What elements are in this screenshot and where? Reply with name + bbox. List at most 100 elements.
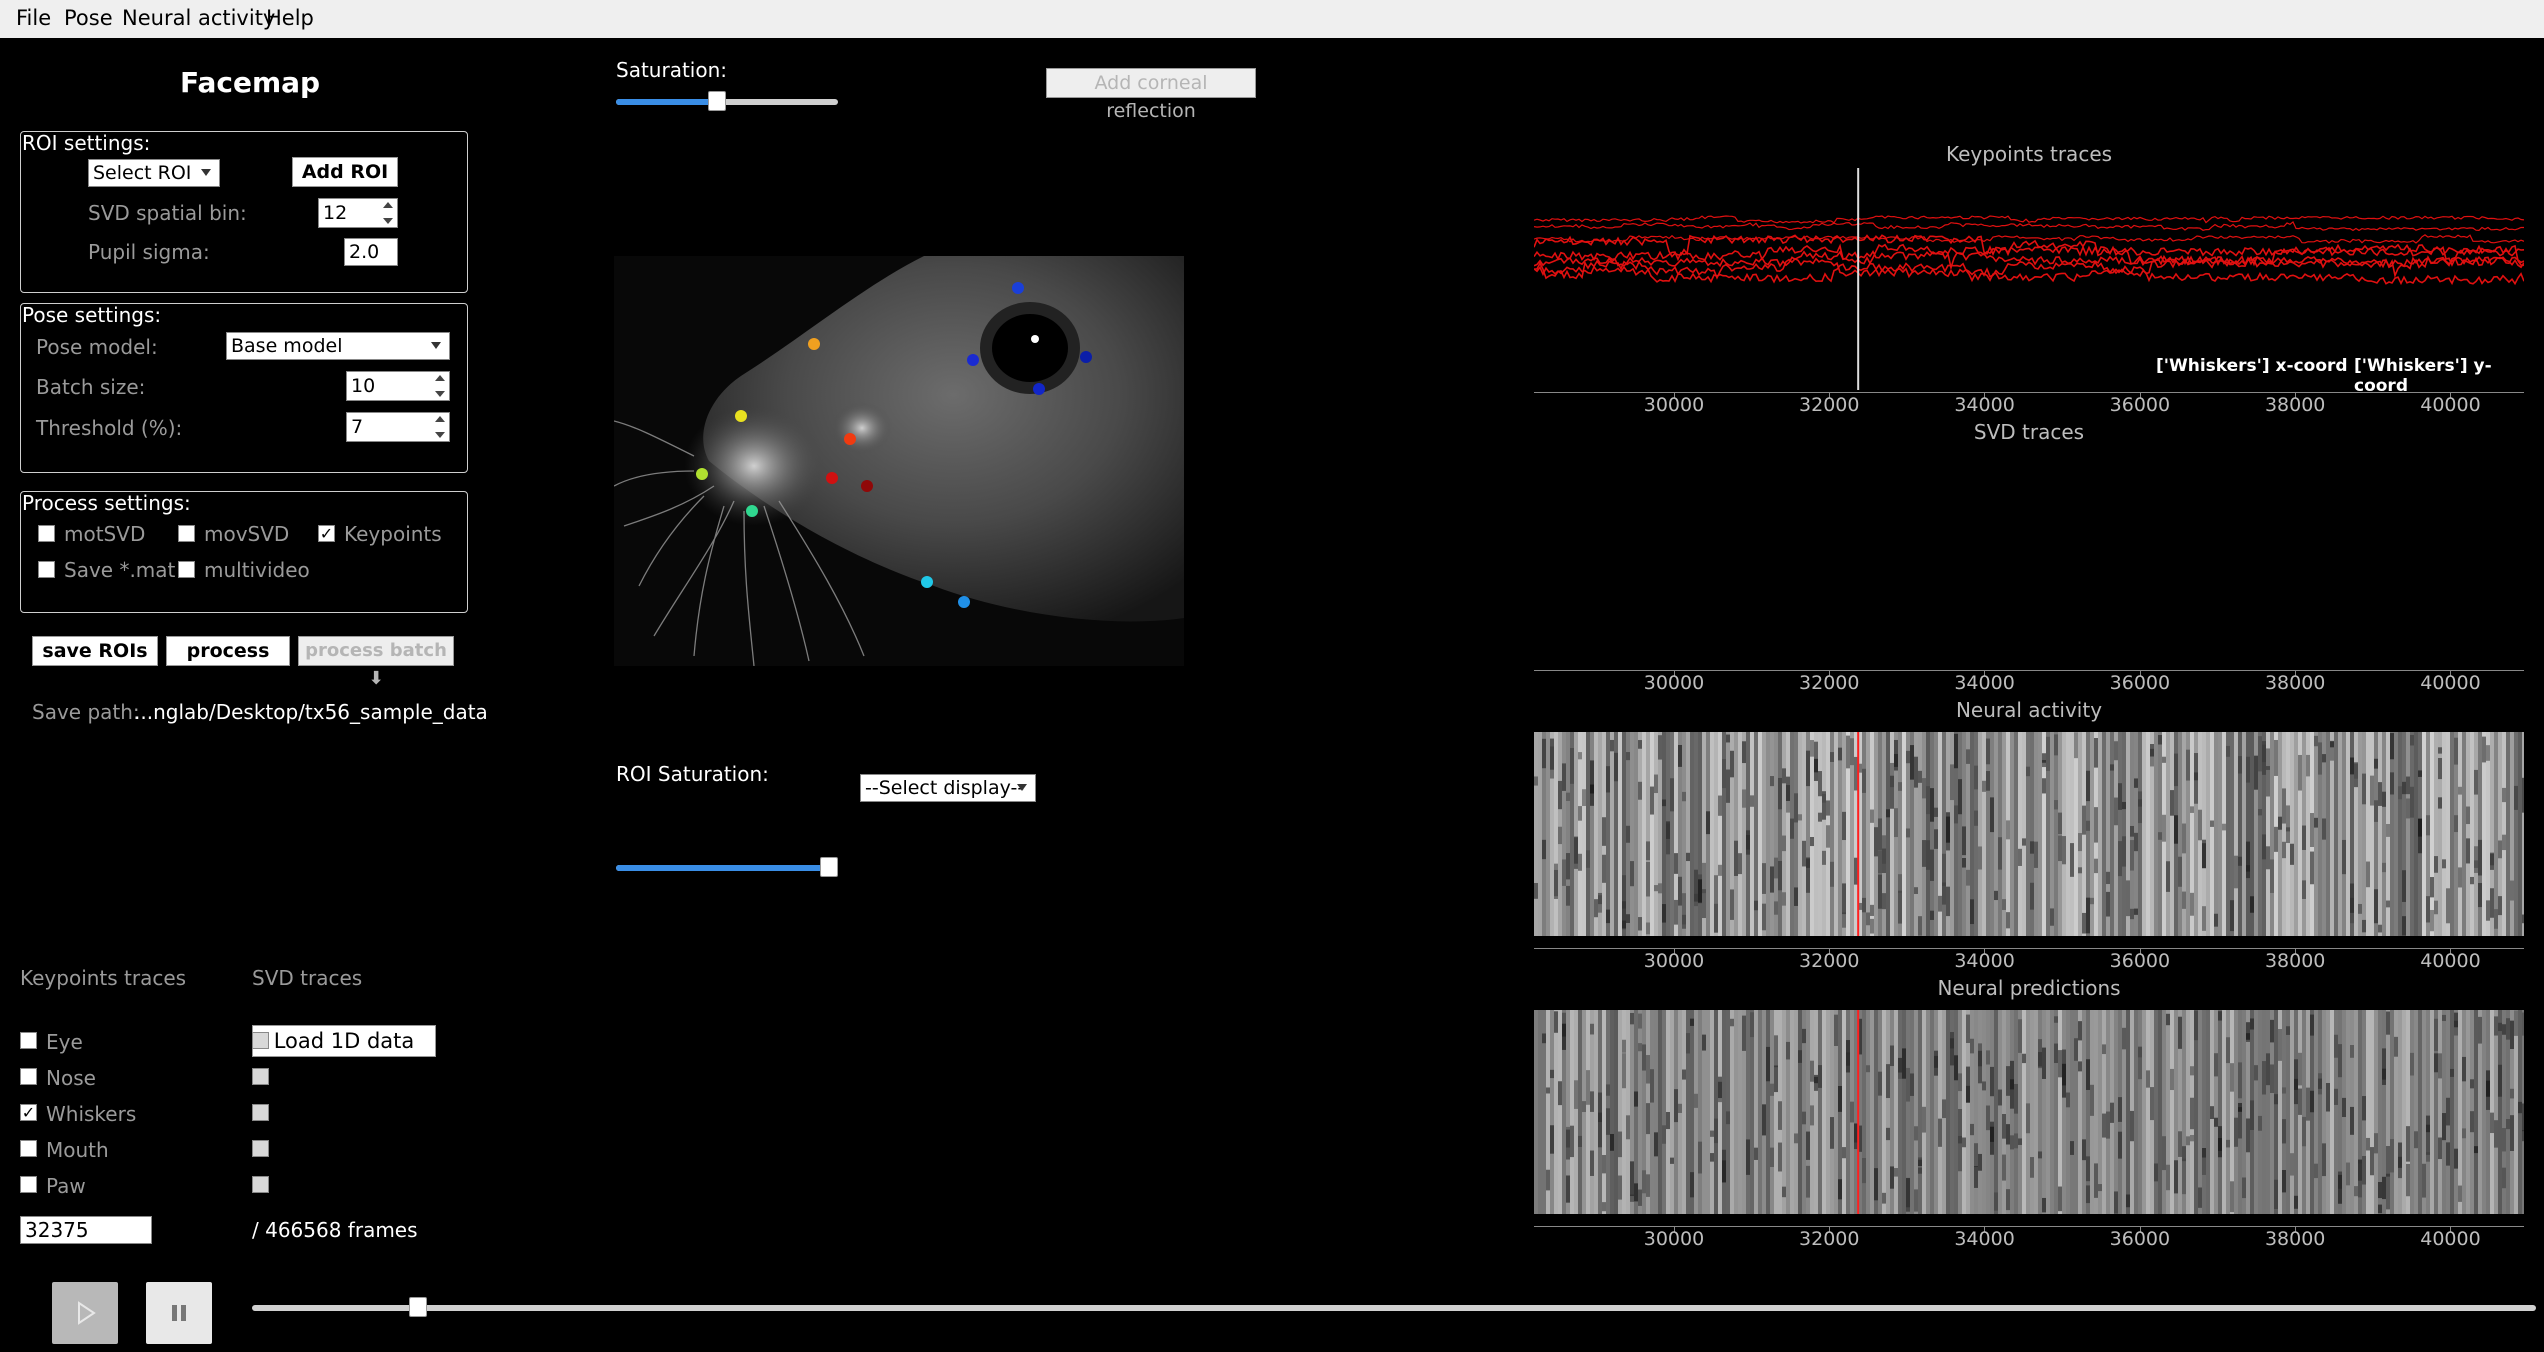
heatmap-cell (1718, 795, 1722, 816)
heatmap-cell (1978, 1153, 1982, 1171)
arrow-down-icon[interactable] (435, 391, 445, 397)
heatmap-cell (2294, 1078, 2298, 1105)
neural-predictions-heatmap[interactable] (1534, 1010, 2526, 1214)
process-button[interactable]: process (166, 636, 290, 666)
heatmap-cell (1630, 1012, 1634, 1025)
add-roi-button[interactable]: Add ROI (292, 157, 398, 187)
keypoint-nose-checkbox[interactable] (20, 1068, 37, 1085)
heatmap-cell (1678, 876, 1682, 906)
heatmap-cell (1782, 768, 1786, 784)
heatmap-cell (1626, 825, 1630, 843)
svd-trace-checkbox[interactable] (252, 1176, 269, 1193)
heatmap-column (1778, 732, 1782, 936)
arrow-up-icon[interactable] (383, 202, 393, 208)
threshold-spinbox[interactable]: 7 (346, 412, 450, 442)
play-button[interactable] (52, 1282, 118, 1344)
saturation-slider-handle[interactable] (707, 91, 726, 111)
video-frame[interactable] (613, 256, 1184, 667)
neural-activity-heatmap[interactable] (1534, 732, 2526, 936)
roi-saturation-slider-handle[interactable] (820, 857, 838, 877)
heatmap-cell (1906, 750, 1910, 764)
svd-trace-checkbox[interactable] (252, 1104, 269, 1121)
motsvd-checkbox[interactable] (38, 525, 55, 542)
frame-number-input[interactable]: 32375 (20, 1216, 152, 1244)
svd-bin-spinbox[interactable]: 12 (318, 198, 398, 228)
heatmap-cell (1646, 1174, 1650, 1197)
heatmap-column (1714, 1010, 1718, 1214)
add-corneal-reflection-button[interactable]: Add corneal reflection (1046, 68, 1256, 122)
pupil-sigma-input[interactable]: 2.0 (344, 238, 398, 266)
heatmap-cell (1778, 1101, 1782, 1130)
heatmap-cell (1650, 786, 1654, 815)
heatmap-cell (2466, 806, 2470, 825)
x-tick-label: 38000 (2264, 950, 2326, 972)
savemat-checkbox[interactable] (38, 561, 55, 578)
menu-pose[interactable]: Pose (64, 6, 113, 30)
save-rois-button[interactable]: save ROIs (32, 636, 158, 666)
heatmap-cell (2514, 785, 2518, 810)
frame-slider[interactable] (252, 1297, 2536, 1317)
pose-model-combo[interactable]: Base model (226, 332, 450, 360)
heatmap-cell (2498, 1064, 2502, 1097)
multivideo-checkbox[interactable] (178, 561, 195, 578)
heatmap-cell (2170, 790, 2174, 816)
heatmap-cell (1998, 1089, 2002, 1106)
heatmap-cell (1938, 895, 1942, 912)
heatmap-cell (2354, 762, 2358, 779)
heatmap-cell (1566, 792, 1570, 801)
menu-neural-activity[interactable]: Neural activity (122, 6, 275, 30)
heatmap-cell (1806, 857, 1810, 868)
heatmap-cell (2494, 909, 2498, 929)
heatmap-column (2074, 732, 2078, 936)
keypoint-whiskers-checkbox[interactable]: ✓ (20, 1104, 37, 1121)
arrow-up-icon[interactable] (435, 416, 445, 422)
process-batch-button[interactable]: process batch ⬇ (298, 636, 454, 689)
heatmap-column (1766, 732, 1770, 936)
heatmap-column (2374, 1010, 2378, 1214)
select-roi-combo[interactable]: Select ROI (88, 159, 220, 187)
keypoint-mouth-checkbox[interactable] (20, 1140, 37, 1157)
pause-button[interactable] (146, 1282, 212, 1344)
keypoints-checkbox[interactable]: ✓ (318, 525, 335, 542)
play-icon (78, 1301, 96, 1325)
heatmap-column (2430, 732, 2434, 936)
svd-bin-label: SVD spatial bin: (88, 201, 247, 225)
heatmap-cell (2386, 1011, 2390, 1035)
frame-slider-handle[interactable] (409, 1297, 428, 1317)
heatmap-cell (2226, 1037, 2230, 1064)
movsvd-checkbox[interactable] (178, 525, 195, 542)
heatmap-cell (2502, 1024, 2506, 1035)
heatmap-column (2258, 1010, 2262, 1214)
load-1d-data-button[interactable]: Load 1D data (252, 1025, 436, 1057)
svd-trace-checkbox[interactable] (252, 1032, 269, 1049)
heatmap-cell (2406, 1163, 2410, 1197)
heatmap-cell (1766, 1046, 1770, 1082)
heatmap-column (1894, 1010, 1898, 1214)
svd-trace-checkbox[interactable] (252, 1068, 269, 1085)
menu-help[interactable]: Help (266, 6, 314, 30)
heatmap-cell (1810, 1105, 1814, 1126)
heatmap-column (2202, 1010, 2206, 1214)
menu-file[interactable]: File (16, 6, 51, 30)
heatmap-cell (1550, 1069, 1554, 1079)
heatmap-cell (1638, 1189, 1642, 1206)
batch-size-spinbox[interactable]: 10 (346, 371, 450, 401)
svd-trace-checkbox[interactable] (252, 1140, 269, 1157)
heatmap-cell (1846, 1052, 1850, 1066)
heatmap-column (2442, 732, 2446, 936)
select-display-combo[interactable]: --Select display-- (860, 774, 1036, 802)
heatmap-cell (1958, 779, 1962, 815)
heatmap-cell (1702, 862, 1706, 894)
heatmap-cell (1782, 892, 1786, 906)
arrow-up-icon[interactable] (435, 375, 445, 381)
arrow-down-icon[interactable] (435, 432, 445, 438)
svd-plot[interactable] (1534, 446, 2524, 668)
keypoint-paw-checkbox[interactable] (20, 1176, 37, 1193)
arrow-down-icon[interactable] (383, 218, 393, 224)
heatmap-cell (2102, 1044, 2106, 1055)
keypoint-eye-checkbox[interactable] (20, 1032, 37, 1049)
keypoint-whiskers-label: Whiskers (46, 1102, 137, 1126)
heatmap-cell (2178, 1131, 2182, 1157)
saturation-slider[interactable] (616, 91, 838, 111)
roi-saturation-slider[interactable] (616, 857, 838, 877)
